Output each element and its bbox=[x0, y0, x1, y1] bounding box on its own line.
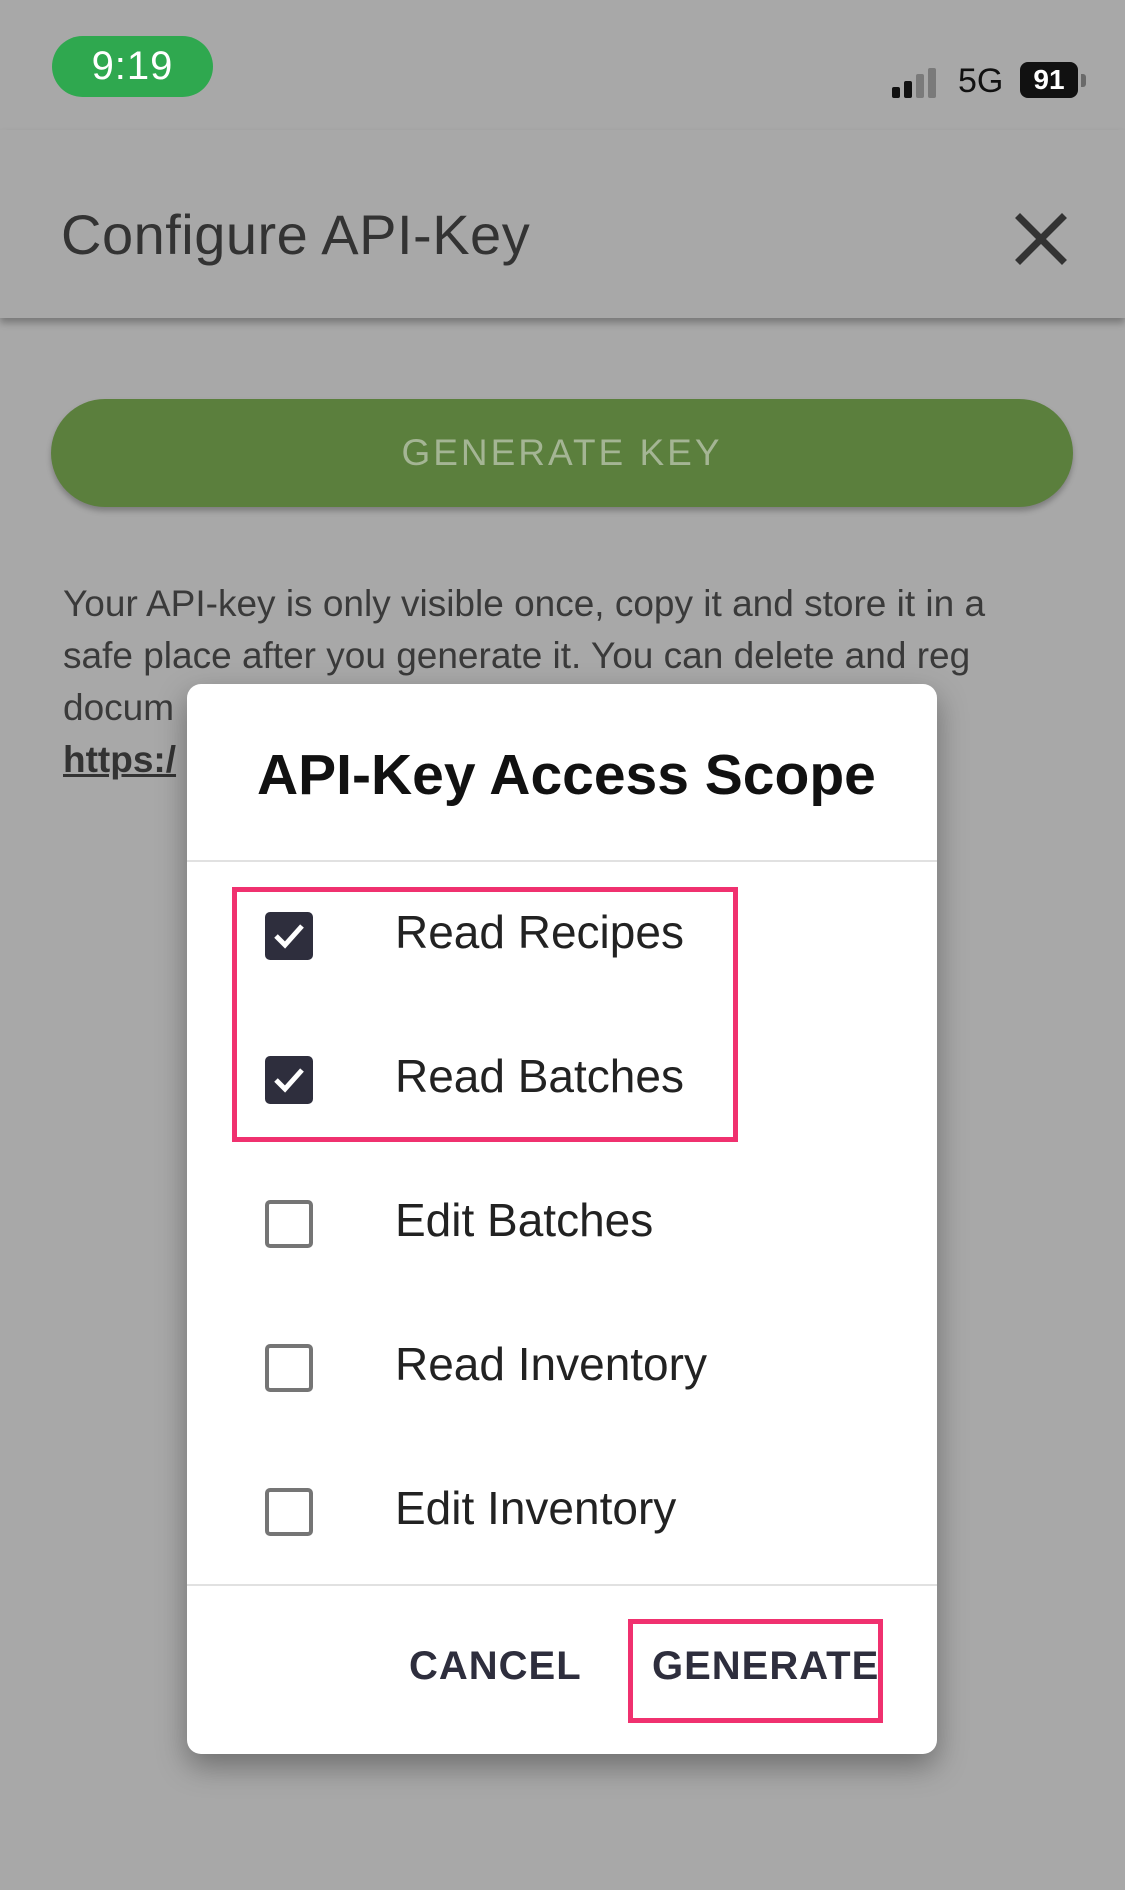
scope-label: Edit Batches bbox=[395, 1194, 654, 1246]
status-bar: 9:19 5G 91 bbox=[0, 0, 1125, 130]
app-header: Configure API-Key bbox=[0, 130, 1125, 318]
signal-icon bbox=[892, 68, 940, 98]
close-button[interactable] bbox=[1012, 210, 1070, 268]
dialog-divider-bottom bbox=[187, 1584, 937, 1586]
highlight-checked-scopes bbox=[232, 887, 738, 1142]
info-partial-line: docum bbox=[63, 687, 175, 728]
info-paragraph: Your API-key is only visible once, copy … bbox=[63, 583, 986, 676]
cancel-button[interactable]: CANCEL bbox=[409, 1644, 582, 1689]
scope-label: Read Inventory bbox=[395, 1338, 707, 1390]
dialog-title: API-Key Access Scope bbox=[257, 743, 876, 807]
battery-icon: 91 bbox=[1020, 62, 1078, 98]
docs-link[interactable]: https:/ bbox=[63, 739, 176, 780]
checkbox-read-inventory[interactable] bbox=[265, 1344, 313, 1392]
generate-key-button[interactable]: GENERATE KEY bbox=[51, 399, 1073, 507]
status-time: 9:19 bbox=[52, 36, 213, 97]
battery-tip bbox=[1081, 74, 1086, 87]
checkbox-edit-inventory[interactable] bbox=[265, 1488, 313, 1536]
network-type: 5G bbox=[958, 62, 1004, 100]
access-scope-dialog: API-Key Access Scope Read Recipes Read B… bbox=[187, 684, 937, 1754]
highlight-generate-button bbox=[628, 1619, 883, 1723]
close-icon bbox=[1015, 213, 1067, 265]
page-title: Configure API-Key bbox=[61, 203, 531, 266]
checkbox-edit-batches[interactable] bbox=[265, 1200, 313, 1248]
scope-label: Edit Inventory bbox=[395, 1482, 677, 1534]
scope-item-edit-inventory[interactable]: Edit Inventory bbox=[187, 1438, 937, 1582]
scope-item-read-inventory[interactable]: Read Inventory bbox=[187, 1294, 937, 1438]
scope-item-edit-batches[interactable]: Edit Batches bbox=[187, 1150, 937, 1294]
